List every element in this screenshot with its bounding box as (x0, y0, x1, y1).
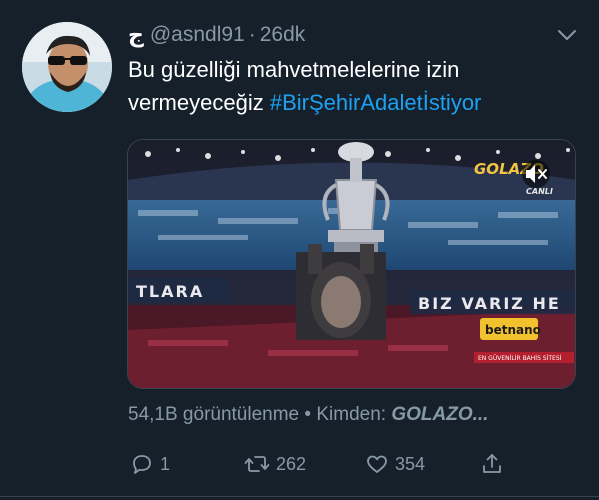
retweet-icon (244, 456, 270, 472)
tweet-text: Bu güzelliği mahvetmelelerine izin verme… (128, 53, 588, 119)
like-count: 354 (395, 453, 426, 474)
reply-count: 1 (160, 453, 171, 474)
banner-right: BIZ VARIZ HE (418, 294, 561, 313)
separator-dot: · (248, 23, 256, 46)
like-button[interactable]: 354 (365, 452, 425, 476)
reply-button[interactable]: 1 (130, 452, 170, 476)
views-text: 54,1B görüntülenme (128, 404, 300, 425)
tweet: ج @asndl91 · 26dk Bu güzelliği mahvetmel… (0, 0, 599, 500)
heart-icon (367, 455, 387, 473)
banner-left: TLARA (136, 282, 204, 301)
reply-icon (133, 455, 151, 474)
share-icon (483, 454, 501, 473)
avatar-image (22, 22, 112, 112)
user-handle[interactable]: @asndl91 (150, 23, 245, 47)
source-label: Kimden: (316, 404, 387, 425)
avatar[interactable] (22, 22, 112, 112)
source-link[interactable]: GOLAZO... (391, 404, 488, 425)
timestamp[interactable]: 26dk (260, 23, 306, 47)
bullet: • (304, 404, 312, 425)
more-options-chevron-down-icon[interactable] (556, 26, 578, 44)
sponsor-text: betnano (485, 323, 541, 337)
retweet-count: 262 (276, 453, 307, 474)
view-count: 54,1B görüntülenme • Kimden: GOLAZO... (128, 404, 488, 426)
sponsor-ticker: EN GÜVENİLİR BAHİS SİTESİ (478, 355, 562, 362)
video-media[interactable]: TLARA BIZ VARIZ HE GOLAZO CANLI betnano … (127, 139, 576, 389)
mute-icon[interactable] (522, 160, 550, 188)
display-name[interactable]: ج (128, 23, 144, 48)
divider (0, 496, 599, 497)
share-button[interactable] (480, 452, 510, 476)
action-bar: 1 262 354 (128, 452, 508, 482)
sponsor-badge: betnano (480, 318, 541, 340)
broadcaster-live-text: CANLI (526, 187, 553, 196)
tweet-header: ج @asndl91 · 26dk (128, 22, 305, 48)
hashtag-link[interactable]: #BirŞehirAdaletİstiyor (270, 90, 482, 115)
retweet-button[interactable]: 262 (244, 452, 306, 476)
